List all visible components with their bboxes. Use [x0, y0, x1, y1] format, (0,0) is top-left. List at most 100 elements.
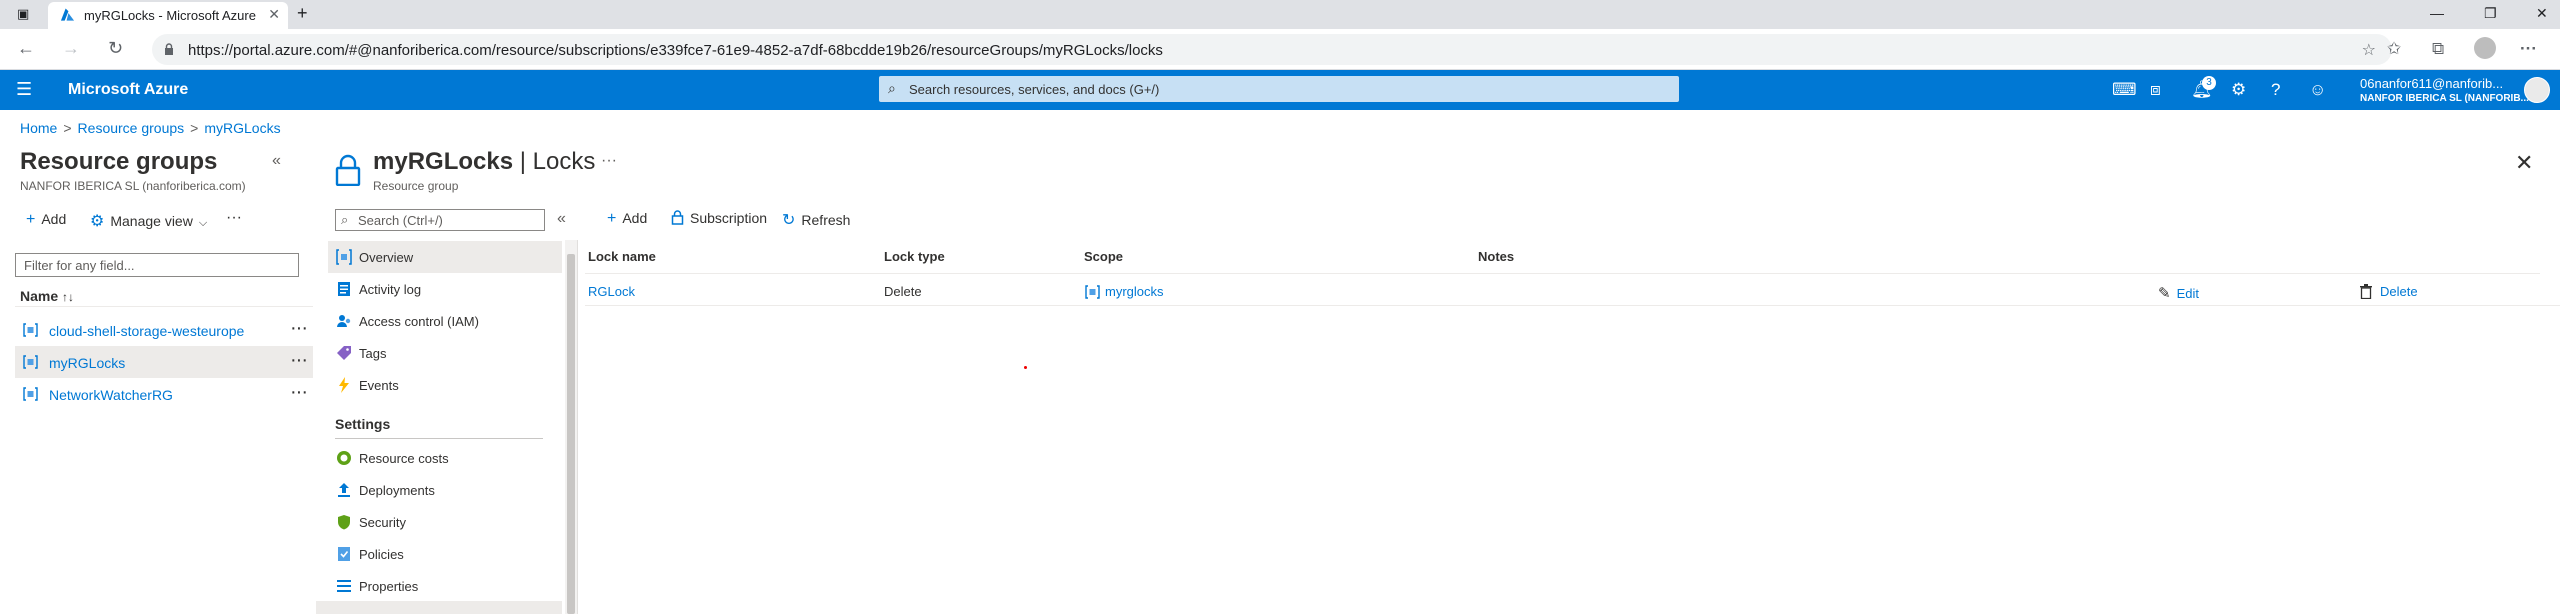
delete-lock-button[interactable]: Delete — [2360, 284, 2418, 300]
menu-item-tags[interactable]: Tags — [328, 337, 562, 369]
menu-item-locks-selected[interactable] — [316, 601, 562, 614]
settings-gear-icon[interactable]: ⚙ — [2231, 80, 2246, 100]
menu-item-resource-costs[interactable]: Resource costs — [328, 442, 562, 474]
scope-link[interactable]: myrglocks — [1105, 284, 1164, 299]
divider — [335, 438, 543, 439]
iam-icon — [337, 315, 351, 327]
add-resource-group-button[interactable]: + Add — [26, 211, 66, 229]
edit-lock-button[interactable]: ✎ Edit — [2158, 284, 2199, 302]
divider — [585, 305, 2560, 306]
lock-name-link[interactable]: RGLock — [588, 284, 635, 299]
collapse-menu-icon[interactable]: « — [557, 210, 566, 228]
breadcrumb-separator: > — [190, 120, 199, 136]
menu-item-label: Events — [359, 378, 399, 393]
more-commands-icon[interactable]: ··· — [226, 209, 242, 227]
address-bar[interactable]: https://portal.azure.com/#@nanforiberica… — [152, 34, 2392, 65]
resource-group-name[interactable]: cloud-shell-storage-westeurope — [49, 323, 244, 339]
favorites-icon[interactable]: ✩ — [2387, 39, 2401, 59]
gear-icon: ⚙ — [90, 213, 105, 230]
user-avatar[interactable] — [2524, 77, 2550, 103]
filter-input[interactable]: Filter for any field... — [15, 253, 299, 277]
menu-item-label: Resource costs — [359, 451, 449, 466]
account-email[interactable]: 06nanfor611@nanforib... — [2360, 76, 2503, 91]
close-icon[interactable]: ✕ — [2515, 150, 2533, 176]
add-lock-label: Add — [622, 210, 648, 226]
refresh-button[interactable]: ↻ Refresh — [782, 210, 850, 230]
menu-item-overview[interactable]: Overview — [328, 241, 562, 273]
back-icon[interactable]: ← — [17, 38, 35, 59]
sort-arrow-icon: ↑↓ — [62, 290, 75, 304]
menu-item-label: Overview — [359, 250, 414, 265]
global-search-placeholder: Search resources, services, and docs (G+… — [909, 82, 1160, 97]
resource-group-icon — [23, 387, 38, 401]
lock-icon[interactable] — [164, 43, 174, 56]
resource-group-row[interactable]: myRGLocks ··· — [15, 346, 313, 378]
lock-type-value: Delete — [884, 284, 922, 299]
blade-more-icon[interactable]: ··· — [601, 152, 617, 170]
reload-icon[interactable]: ↻ — [108, 38, 123, 59]
name-column-header[interactable]: Name ↑↓ — [20, 288, 74, 304]
breadcrumb-current[interactable]: myRGLocks — [204, 120, 280, 136]
collapse-pane-icon[interactable]: « — [272, 152, 281, 170]
collections-icon[interactable]: ⧉ — [2432, 39, 2444, 59]
close-window-icon[interactable]: ✕ — [2536, 5, 2548, 22]
menu-item-activity-log[interactable]: Activity log — [328, 273, 562, 305]
menu-item-policies[interactable]: Policies — [328, 538, 562, 570]
row-more-icon[interactable]: ··· — [290, 317, 308, 340]
menu-item-deployments[interactable]: Deployments — [328, 474, 562, 506]
column-header-lock-type[interactable]: Lock type — [884, 249, 945, 264]
menu-item-label: Deployments — [359, 483, 435, 498]
row-more-icon[interactable]: ··· — [290, 349, 308, 372]
tab-actions-icon[interactable]: ▣ — [17, 6, 29, 22]
subscription-button[interactable]: Subscription — [671, 210, 767, 226]
resource-group-name[interactable]: NetworkWatcherRG — [49, 387, 173, 403]
browser-tab[interactable]: myRGLocks - Microsoft Azure ✕ — [48, 2, 288, 29]
close-tab-icon[interactable]: ✕ — [268, 6, 280, 23]
menu-item-events[interactable]: Events — [328, 369, 562, 401]
minimize-icon[interactable]: — — [2430, 5, 2444, 21]
forward-icon[interactable]: → — [62, 38, 80, 59]
breadcrumb-separator: > — [63, 120, 72, 136]
profile-avatar[interactable] — [2474, 37, 2496, 59]
resource-group-icon — [23, 355, 38, 369]
cost-icon — [337, 451, 351, 465]
menu-item-iam[interactable]: Access control (IAM) — [328, 305, 562, 337]
help-icon[interactable]: ? — [2271, 80, 2280, 100]
new-tab-button[interactable]: + — [297, 3, 308, 24]
portal-menu-icon[interactable]: ☰ — [16, 79, 32, 100]
menu-item-security[interactable]: Security — [328, 506, 562, 538]
add-lock-button[interactable]: + Add — [607, 210, 647, 228]
lightning-icon — [339, 377, 349, 393]
row-more-icon[interactable]: ··· — [290, 381, 308, 404]
blade-title-section: | Locks — [519, 148, 596, 175]
account-org[interactable]: NANFOR IBERICA SL (NANFORIB... — [2360, 93, 2529, 104]
maximize-icon[interactable]: ❐ — [2484, 5, 2497, 22]
activity-log-icon — [338, 282, 350, 296]
resource-group-row[interactable]: NetworkWatcherRG ··· — [15, 378, 313, 410]
menu-search-input[interactable]: ⌕ Search (Ctrl+/) — [335, 209, 545, 231]
menu-item-label: Activity log — [359, 282, 422, 297]
breadcrumb-resource-groups[interactable]: Resource groups — [78, 120, 185, 136]
directory-filter-icon[interactable]: ⧈ — [2150, 80, 2161, 100]
menu-scrollbar-thumb[interactable] — [567, 254, 575, 614]
column-header-scope[interactable]: Scope — [1084, 249, 1123, 264]
notification-badge: 3 — [2202, 76, 2216, 90]
resource-group-row[interactable]: cloud-shell-storage-westeurope ··· — [15, 314, 313, 346]
search-icon: ⌕ — [341, 212, 349, 227]
menu-search-placeholder: Search (Ctrl+/) — [358, 213, 443, 228]
resource-group-name[interactable]: myRGLocks — [49, 355, 125, 371]
column-header-lock-name[interactable]: Lock name — [588, 249, 656, 264]
divider — [577, 240, 578, 614]
manage-view-button[interactable]: ⚙ Manage view ⌵ — [90, 211, 207, 231]
browser-menu-icon[interactable]: ··· — [2520, 39, 2537, 59]
favorite-star-icon[interactable]: ☆ — [2362, 40, 2376, 60]
global-search-input[interactable]: ⌕ Search resources, services, and docs (… — [879, 76, 1679, 102]
azure-brand[interactable]: Microsoft Azure — [68, 81, 188, 99]
url-text: https://portal.azure.com/#@nanforiberica… — [188, 42, 1163, 59]
breadcrumb-home[interactable]: Home — [20, 120, 57, 136]
menu-item-label: Access control (IAM) — [359, 314, 479, 329]
menu-item-properties[interactable]: Properties — [328, 570, 562, 602]
cloud-shell-icon[interactable]: ⌨ — [2112, 80, 2137, 100]
feedback-icon[interactable]: ☺ — [2309, 80, 2326, 100]
column-header-notes[interactable]: Notes — [1478, 249, 1514, 264]
